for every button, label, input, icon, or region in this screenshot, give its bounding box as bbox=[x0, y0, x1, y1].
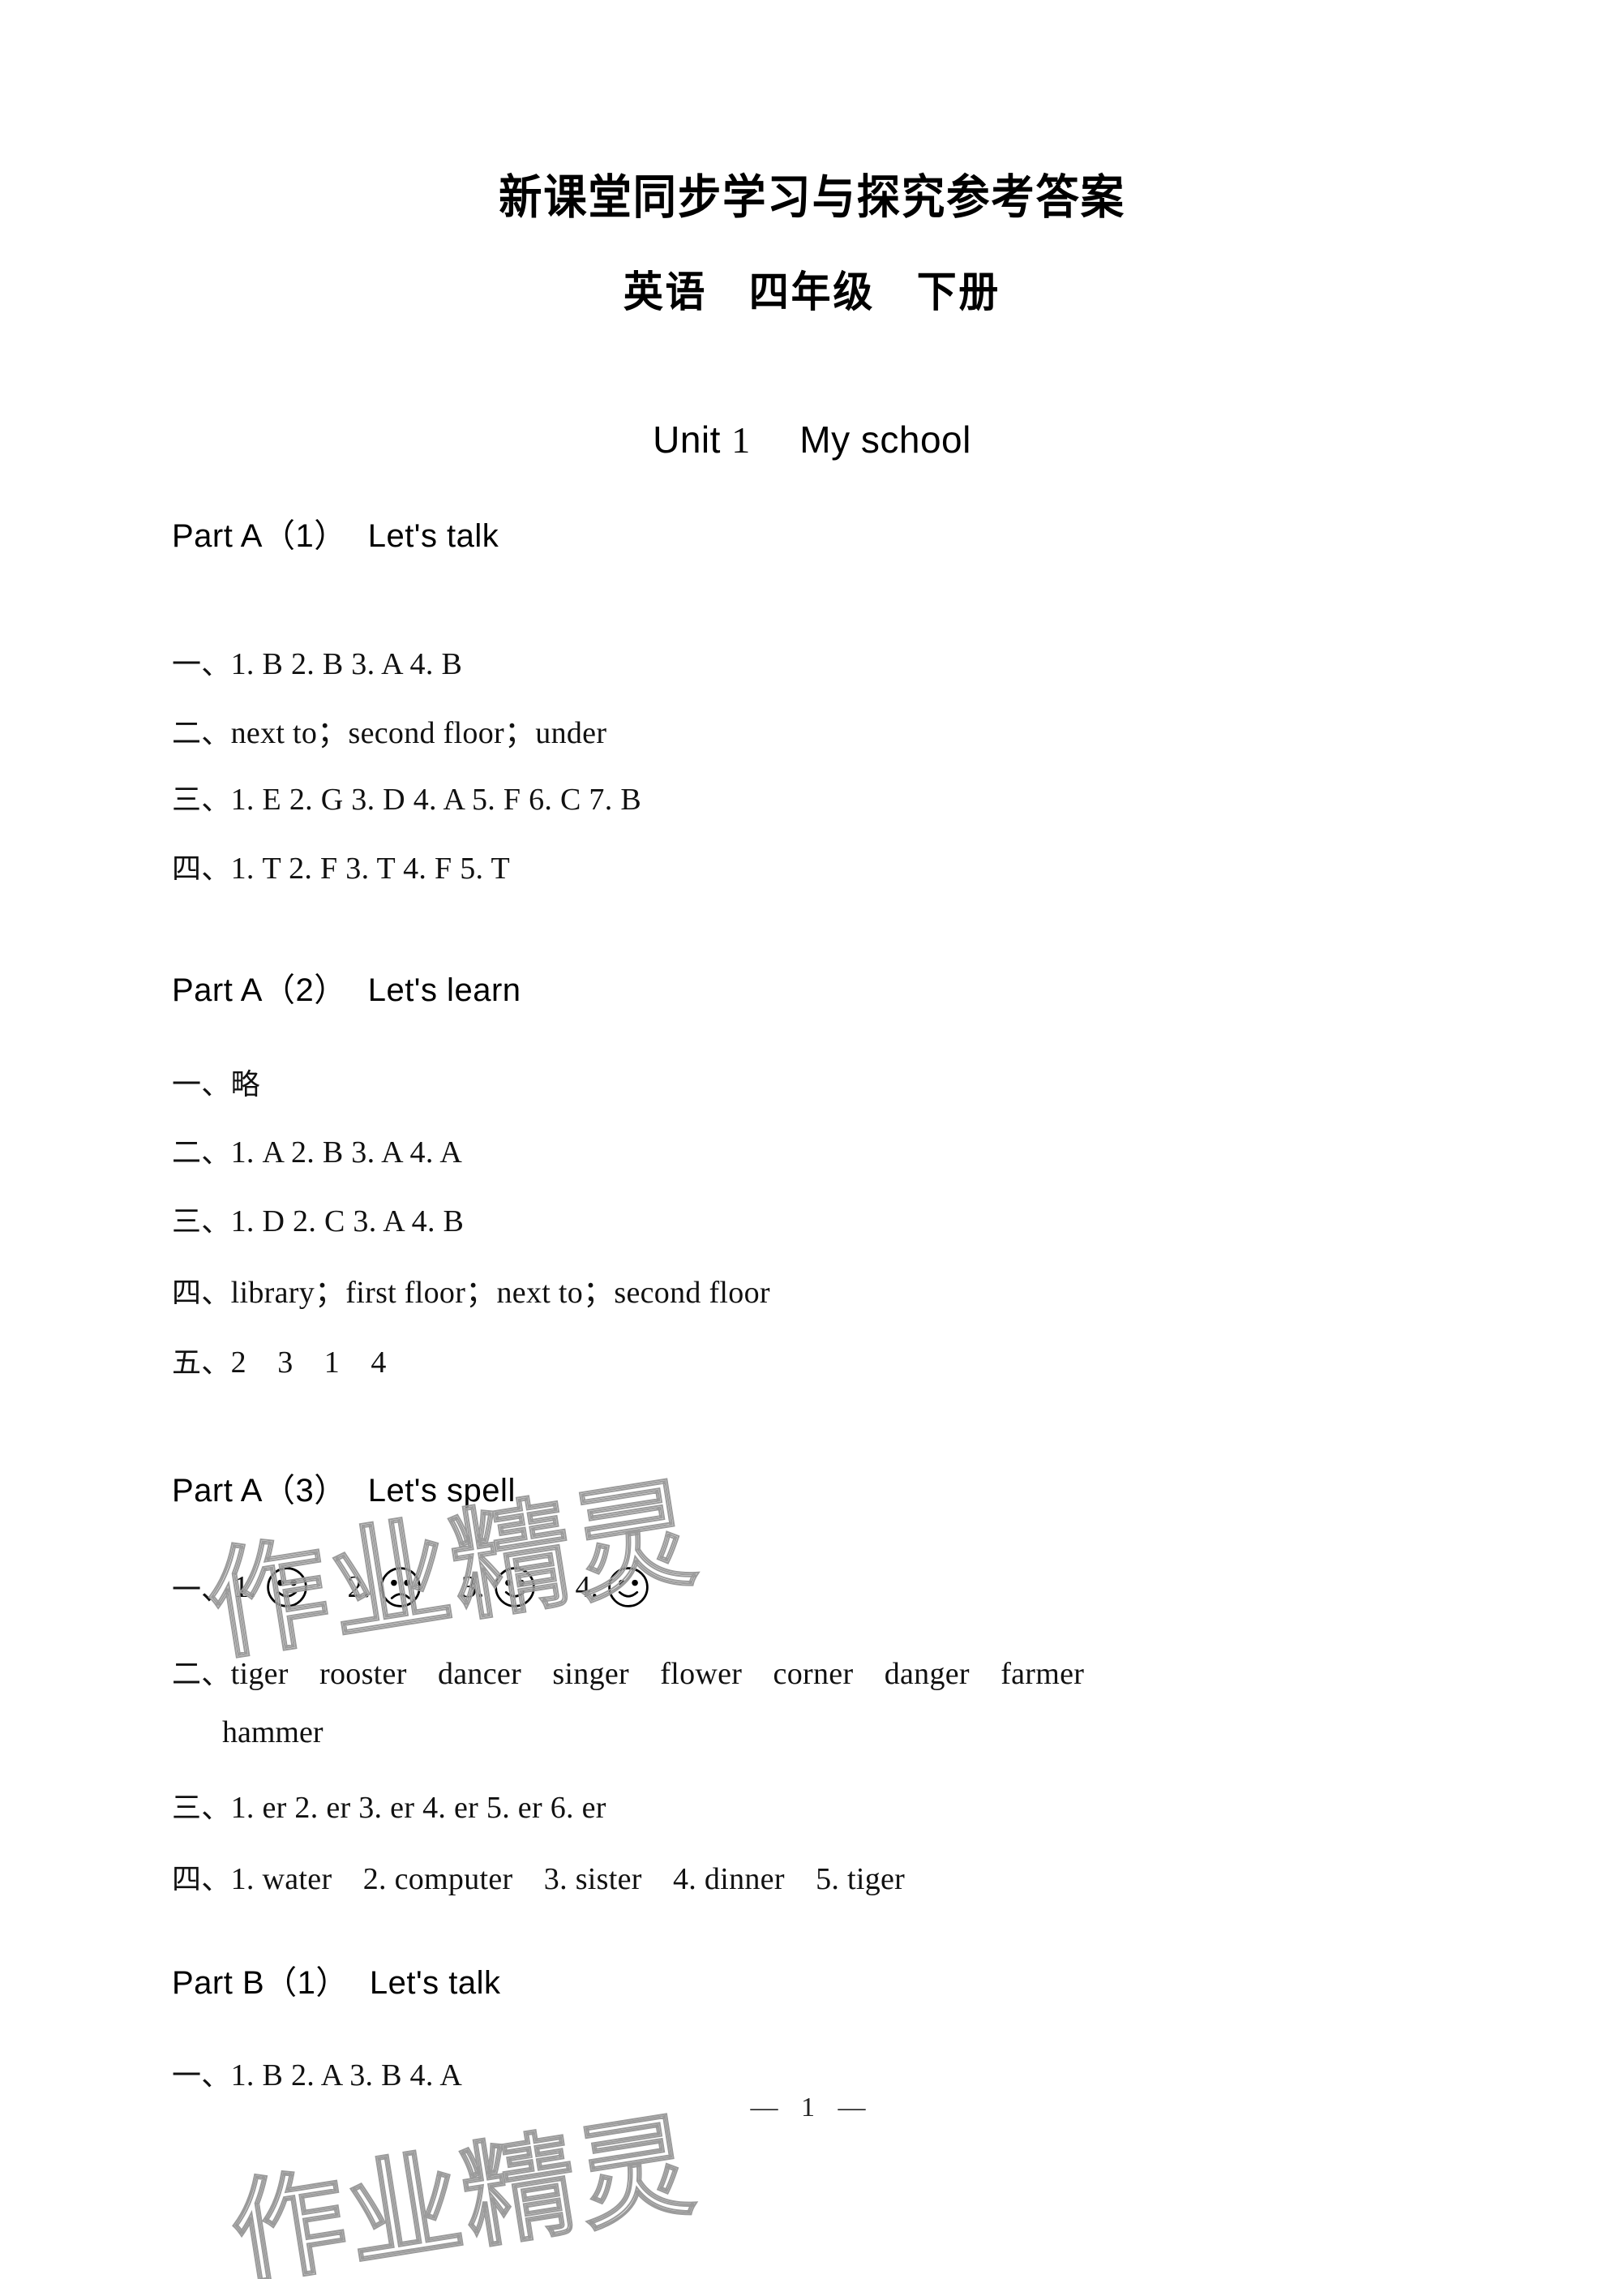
answer-row: 一、1. B 2. A 3. B 4. A bbox=[172, 2052, 462, 2094]
answer-row: 四、1. water 2. computer 3. sister 4. dinn… bbox=[172, 1853, 905, 1898]
answer-marker: 一、 bbox=[172, 1573, 231, 1606]
face-answer-item: 1. bbox=[234, 1565, 345, 1609]
answer-row: 三、1. D 2. C 3. A 4. B bbox=[172, 1198, 464, 1240]
answer-text: next to；second floor；under bbox=[230, 716, 607, 750]
answer-text: 1. B 2. B 3. A 4. B bbox=[230, 647, 463, 681]
answer-row: 三、1. er 2. er 3. er 4. er 5. er 6. er bbox=[172, 1784, 606, 1826]
section-heading-part-a-1: Part A（1） Let's talk bbox=[172, 509, 499, 556]
answer-text: library；first floor；next to；second floor bbox=[230, 1276, 770, 1310]
smile-face-icon bbox=[606, 1565, 650, 1609]
section-title-label: Let's talk bbox=[367, 518, 499, 554]
answer-row: 一、1. B 2. B 3. A 4. B bbox=[172, 641, 462, 683]
sad-face-icon bbox=[379, 1565, 422, 1609]
answer-text: 1. B 2. A 3. B 4. A bbox=[230, 2058, 463, 2092]
section-part-label: Part B（1） bbox=[172, 1965, 349, 2001]
answer-text: 1. E 2. G 3. D 4. A 5. F 6. C 7. B bbox=[230, 783, 641, 817]
answer-row: 四、1. T 2. F 3. T 4. F 5. T bbox=[172, 845, 510, 887]
answer-row: 五、2 3 1 4 bbox=[172, 1337, 387, 1381]
smile-face-icon bbox=[493, 1565, 537, 1609]
answer-text: 2 3 1 4 bbox=[230, 1346, 387, 1380]
answer-row: 四、library；first floor；next to；second flo… bbox=[172, 1267, 770, 1311]
answer-marker: 三、 bbox=[172, 1204, 231, 1238]
answer-text: 略 bbox=[230, 1067, 260, 1101]
answer-marker: 三、 bbox=[172, 783, 231, 816]
face-answer-index: 1. bbox=[234, 1570, 257, 1604]
answer-text: 1. er 2. er 3. er 4. er 5. er 6. er bbox=[230, 1791, 606, 1825]
page-subtitle: 英语 四年级 下册 bbox=[623, 269, 1001, 316]
face-answer-index: 2. bbox=[347, 1570, 371, 1604]
section-title-label: Let's spell bbox=[367, 1473, 516, 1509]
unit-heading: Unit 1 My school bbox=[0, 418, 1624, 461]
face-answer-index: 3. bbox=[461, 1570, 485, 1604]
section-heading-part-a-2: Part A（2） Let's learn bbox=[172, 964, 521, 1011]
answer-row: 三、1. E 2. G 3. D 4. A 5. F 6. C 7. B bbox=[172, 776, 641, 818]
answer-marker: 四、 bbox=[172, 1276, 231, 1309]
section-heading-part-a-3: Part A（3） Let's spell bbox=[172, 1464, 516, 1511]
page-number: — 1 — bbox=[750, 2092, 874, 2122]
answer-row: 二、1. A 2. B 3. A 4. A bbox=[172, 1129, 462, 1171]
unit-name: My school bbox=[799, 418, 971, 461]
answer-text: hammer bbox=[222, 1715, 324, 1749]
answer-text: 1. D 2. C 3. A 4. B bbox=[230, 1204, 465, 1238]
answer-text: 1. T 2. F 3. T 4. F 5. T bbox=[230, 852, 510, 886]
section-heading-part-b-1: Part B（1） Let's talk bbox=[172, 1956, 501, 2003]
face-answer-index: 4. bbox=[575, 1570, 599, 1604]
answer-marker: 一、 bbox=[172, 2058, 231, 2092]
answer-marker: 二、 bbox=[172, 1135, 231, 1169]
answer-row: 二、next to；second floor；under bbox=[172, 707, 606, 752]
face-answer-item: 2. bbox=[348, 1565, 459, 1609]
answer-marker: 一、 bbox=[172, 1067, 231, 1101]
answer-text: 1. A 2. B 3. A 4. A bbox=[230, 1135, 463, 1170]
answer-marker: 一、 bbox=[172, 647, 231, 680]
answer-row-continuation: hammer bbox=[222, 1715, 324, 1750]
section-title-label: Let's talk bbox=[369, 1965, 501, 2001]
unit-number: 1 bbox=[731, 419, 751, 461]
section-title-label: Let's learn bbox=[367, 972, 521, 1008]
face-answer-item: 4. bbox=[576, 1565, 687, 1609]
section-part-label: Part A（2） bbox=[172, 972, 347, 1008]
answer-row: 二、tiger rooster dancer singer flower cor… bbox=[172, 1648, 1084, 1693]
face-answer-item: 3. bbox=[461, 1565, 572, 1609]
answer-marker: 四、 bbox=[172, 852, 231, 885]
answer-text: 1. water 2. computer 3. sister 4. dinner… bbox=[230, 1862, 906, 1896]
answer-marker: 五、 bbox=[172, 1346, 231, 1379]
section-part-label: Part A（1） bbox=[172, 518, 347, 554]
answer-marker: 四、 bbox=[172, 1862, 231, 1895]
answer-marker: 三、 bbox=[172, 1791, 231, 1824]
smile-face-icon bbox=[265, 1565, 309, 1609]
section-part-label: Part A（3） bbox=[172, 1473, 347, 1509]
page-title: 新课堂同步学习与探究参考答案 bbox=[499, 171, 1125, 224]
answer-text: tiger rooster dancer singer flower corne… bbox=[230, 1657, 1085, 1691]
answer-key-page: 新课堂同步学习与探究参考答案 英语 四年级 下册 Unit 1 My schoo… bbox=[0, 0, 1624, 2279]
unit-label: Unit bbox=[653, 418, 721, 461]
answer-row-faces: 一、 1. 2. 3. 4. bbox=[172, 1565, 686, 1609]
answer-marker: 二、 bbox=[172, 1657, 231, 1690]
answer-row: 一、略 bbox=[172, 1061, 260, 1103]
answer-marker: 二、 bbox=[172, 716, 231, 749]
